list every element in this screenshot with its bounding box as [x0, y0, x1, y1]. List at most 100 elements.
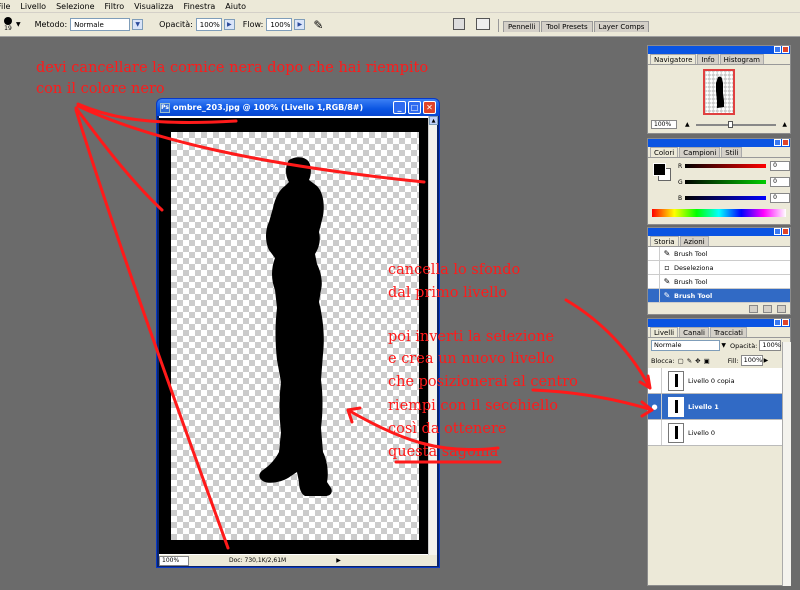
status-arrow-icon[interactable]: ▶ [336, 557, 341, 564]
navigator-min-icon[interactable] [774, 46, 781, 53]
tab-navigatore[interactable]: Navigatore [650, 54, 697, 64]
history-item[interactable]: ✎ Brush Tool [648, 275, 790, 289]
lock-transparency-icon[interactable]: ▢ [678, 357, 684, 365]
history-item[interactable]: ✎ Brush Tool [648, 247, 790, 261]
navigator-zoom-slider[interactable] [695, 120, 777, 128]
fill-input[interactable]: 100% [740, 355, 763, 366]
layer-row[interactable]: Livello 0 [648, 420, 790, 446]
maximize-icon[interactable]: □ [408, 101, 421, 114]
well-tab-pennelli[interactable]: Pennelli [503, 21, 541, 32]
new-snapshot-icon[interactable] [763, 304, 772, 313]
lock-all-icon[interactable]: ▣ [704, 357, 710, 365]
scroll-up-icon[interactable]: ▲ [429, 116, 438, 125]
history-close-icon[interactable] [782, 228, 789, 235]
lock-position-icon[interactable]: ✥ [695, 357, 700, 365]
annotation-top-line-2: con il colore nero [36, 81, 165, 97]
colors-min-icon[interactable] [774, 139, 781, 146]
layer-thumbnail [668, 370, 684, 391]
layer-opacity-input[interactable]: 100% [759, 340, 782, 351]
history-source-checkbox[interactable] [648, 247, 660, 260]
zoom-out-icon[interactable]: ▲ [685, 121, 690, 128]
brush-dropdown-icon[interactable]: ▼ [16, 21, 21, 28]
lock-pixels-icon[interactable]: ✎ [687, 357, 692, 365]
tab-tracciati[interactable]: Tracciati [709, 327, 747, 337]
annotation-right-line: e crea un nuovo livello [388, 351, 555, 367]
fill-arrow-icon[interactable]: ▶ [764, 357, 769, 364]
menu-bar: File Livello Selezione Filtro Visualizza… [0, 0, 800, 13]
navigator-zoom[interactable]: 100% [651, 120, 677, 129]
layers-titlebar[interactable] [648, 319, 790, 327]
history-item-selected[interactable]: ✎ Brush Tool [648, 289, 790, 303]
layers-min-icon[interactable] [774, 319, 781, 326]
zoom-slider-handle[interactable] [727, 120, 733, 128]
blend-dropdown-icon[interactable]: ▼ [721, 342, 726, 349]
new-document-icon[interactable] [749, 304, 758, 313]
menu-livello[interactable]: Livello [15, 0, 51, 13]
menu-aiuto[interactable]: Aiuto [220, 0, 251, 13]
tab-livelli[interactable]: Livelli [650, 327, 679, 337]
metodo-dropdown-icon[interactable]: ▼ [132, 19, 144, 30]
trash-icon[interactable] [777, 304, 786, 313]
flow-arrow-icon[interactable]: ▶ [294, 19, 306, 30]
history-source-checkbox[interactable] [648, 289, 660, 302]
layer-visibility-toggle[interactable] [648, 368, 662, 393]
menu-selezione[interactable]: Selezione [51, 0, 99, 13]
blend-mode-select[interactable]: Normale [651, 340, 721, 351]
channel-b-slider[interactable] [685, 196, 767, 200]
history-source-checkbox[interactable] [648, 275, 660, 288]
navigator-close-icon[interactable] [782, 46, 789, 53]
layer-visibility-toggle[interactable] [648, 420, 662, 445]
menu-finestra[interactable]: Finestra [179, 0, 221, 13]
layers-scrollbar[interactable] [782, 342, 791, 586]
menu-filtro[interactable]: Filtro [100, 0, 130, 13]
tab-canali[interactable]: Canali [679, 327, 709, 337]
layer-name: Livello 1 [688, 402, 719, 411]
annotation-right-line: così da ottenere [388, 421, 507, 437]
menu-visualizza[interactable]: Visualizza [129, 0, 178, 13]
channel-g-slider[interactable] [685, 180, 767, 184]
close-icon[interactable]: ✕ [423, 101, 436, 114]
zoom-in-icon[interactable]: ▲ [782, 121, 787, 128]
tab-storia[interactable]: Storia [650, 236, 679, 246]
history-source-checkbox[interactable] [648, 261, 660, 274]
opacita-input[interactable]: 100% [195, 18, 222, 31]
palette-toggle-icon[interactable] [453, 18, 465, 30]
channel-r-slider[interactable] [685, 164, 767, 168]
opacita-arrow-icon[interactable]: ▶ [223, 19, 235, 30]
tab-azioni[interactable]: Azioni [679, 236, 709, 246]
tab-campioni[interactable]: Campioni [679, 147, 721, 157]
channel-b-value[interactable]: 0 [770, 193, 790, 203]
minimize-icon[interactable]: _ [393, 101, 406, 114]
layer-row-selected[interactable]: ● Livello 1 [648, 394, 790, 420]
channel-r-value[interactable]: 0 [770, 161, 790, 171]
fg-bg-swatches[interactable] [653, 163, 671, 181]
colors-close-icon[interactable] [782, 139, 789, 146]
document-zoom-field[interactable]: 100% [159, 555, 189, 566]
layer-row[interactable]: Livello 0 copia [648, 368, 790, 394]
transparent-canvas[interactable] [171, 132, 419, 540]
foreground-color-swatch[interactable] [653, 163, 666, 176]
color-spectrum-ramp[interactable] [652, 209, 786, 217]
tab-info[interactable]: Info [697, 54, 719, 64]
navigator-thumbnail[interactable] [703, 69, 735, 115]
history-titlebar[interactable] [648, 228, 790, 236]
metodo-select[interactable]: Normale [70, 18, 131, 31]
layers-close-icon[interactable] [782, 319, 789, 326]
color-row-b: B 0 [648, 190, 790, 206]
well-tab-tool-presets[interactable]: Tool Presets [541, 21, 593, 32]
history-min-icon[interactable] [774, 228, 781, 235]
well-tab-layer-comps[interactable]: Layer Comps [593, 21, 650, 32]
menu-file[interactable]: File [0, 0, 15, 13]
colors-titlebar[interactable] [648, 139, 790, 147]
channel-g-value[interactable]: 0 [770, 177, 790, 187]
airbrush-icon[interactable]: ✎ [313, 18, 323, 32]
tab-histogram[interactable]: Histogram [719, 54, 764, 64]
navigator-titlebar[interactable] [648, 46, 790, 54]
tab-stili[interactable]: Stili [721, 147, 743, 157]
history-item[interactable]: ▫ Deseleziona [648, 261, 790, 275]
tab-colori[interactable]: Colori [650, 147, 679, 157]
file-browser-icon[interactable] [476, 18, 490, 30]
document-titlebar[interactable]: Ps ombre_203.jpg @ 100% (Livello 1,RGB/8… [157, 99, 439, 116]
eye-icon[interactable]: ● [648, 394, 662, 419]
flow-input[interactable]: 100% [266, 18, 293, 31]
